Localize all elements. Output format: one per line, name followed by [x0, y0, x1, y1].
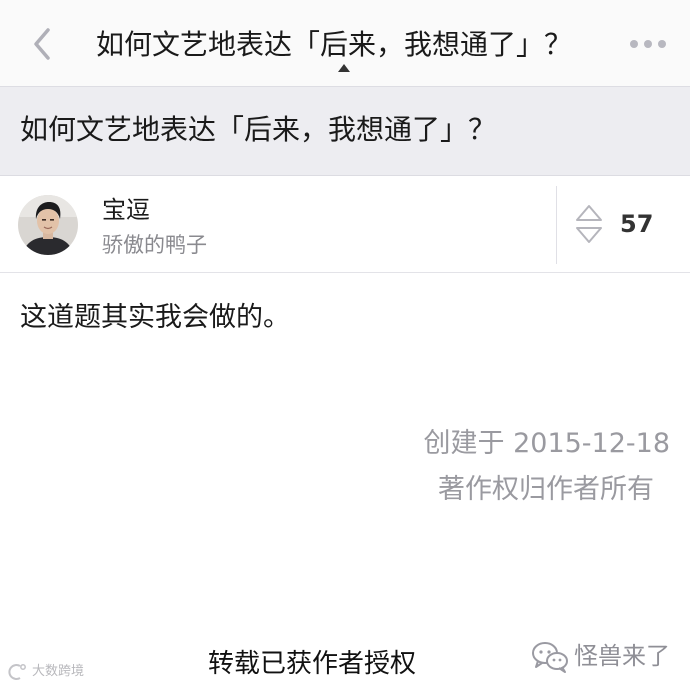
more-button[interactable]	[628, 34, 668, 54]
watermark-left-text: 大数跨境	[32, 664, 85, 679]
watermark-right: 怪兽来了	[530, 636, 680, 676]
avatar[interactable]	[18, 195, 78, 255]
repost-caption: 转载已获作者授权	[208, 649, 417, 679]
vote-count: 57	[620, 210, 654, 238]
back-button[interactable]	[24, 24, 64, 64]
nav-title[interactable]: 如何文艺地表达「后来，我想通了」？	[96, 25, 616, 65]
caret-up-icon	[338, 64, 350, 72]
author-bio: 骄傲的鸭子	[102, 233, 207, 257]
copyright-notice: 著作权归作者所有	[438, 474, 654, 505]
watermark-logo-icon	[8, 664, 26, 680]
more-dots-icon	[630, 40, 666, 48]
author-row: 宝逗 骄傲的鸭子 57	[0, 176, 690, 273]
answer-page: 如何文艺地表达「后来，我想通了」？ 如何文艺地表达「后来，我想通了」？ 宝逗 骄…	[0, 0, 690, 690]
vote-arrows-icon	[576, 205, 602, 243]
answer-body: 这道题其实我会做的。	[20, 302, 290, 333]
vote-button[interactable]	[574, 203, 604, 245]
watermark-right-text: 怪兽来了	[574, 642, 670, 670]
author-name[interactable]: 宝逗	[102, 194, 150, 226]
chevron-left-icon	[34, 28, 50, 60]
top-navbar: 如何文艺地表达「后来，我想通了」？	[0, 0, 690, 87]
question-header[interactable]: 如何文艺地表达「后来，我想通了」？	[0, 87, 690, 176]
vote-divider	[556, 186, 557, 264]
watermark-left: 大数跨境	[6, 662, 98, 682]
wechat-icon	[532, 642, 568, 673]
question-title: 如何文艺地表达「后来，我想通了」？	[20, 113, 497, 146]
created-date: 创建于 2015-12-18	[423, 428, 671, 459]
avatar-image	[18, 195, 78, 255]
